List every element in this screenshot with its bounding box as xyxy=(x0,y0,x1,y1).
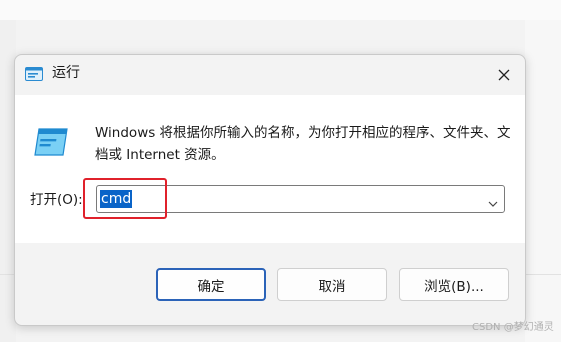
title-bar[interactable]: 运行 xyxy=(15,55,525,93)
run-dialog-icon xyxy=(25,66,43,81)
run-program-icon xyxy=(33,128,69,156)
ok-button[interactable]: 确定 xyxy=(156,268,266,301)
backdrop-top xyxy=(0,0,561,20)
backdrop-right xyxy=(525,20,561,342)
run-dialog: 运行 Windows 将根据你所输入的名称，为你打开相应的程序、文件夹、文档或 … xyxy=(14,54,526,326)
chevron-down-icon[interactable] xyxy=(487,194,499,207)
browse-button[interactable]: 浏览(B)... xyxy=(399,268,509,301)
open-label: 打开(O): xyxy=(30,192,83,208)
command-input[interactable]: cmd xyxy=(100,190,133,208)
command-combobox[interactable]: cmd xyxy=(96,185,505,213)
close-icon xyxy=(498,66,510,85)
cancel-button[interactable]: 取消 xyxy=(277,268,387,301)
dialog-content: Windows 将根据你所输入的名称，为你打开相应的程序、文件夹、文档或 Int… xyxy=(15,95,525,243)
close-button[interactable] xyxy=(491,62,517,88)
dialog-description: Windows 将根据你所输入的名称，为你打开相应的程序、文件夹、文档或 Int… xyxy=(95,125,511,163)
watermark: CSDN @梦幻通灵 xyxy=(472,322,554,333)
window-title: 运行 xyxy=(52,65,80,81)
